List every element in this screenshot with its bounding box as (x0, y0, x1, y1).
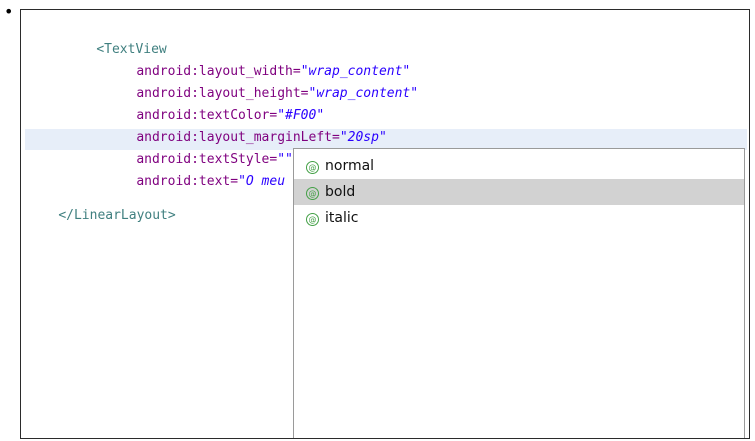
code-line-layout-height: android:layout_height="wrap_content" (105, 64, 418, 101)
code-line-linearlayout-close: </LinearLayout> (27, 186, 175, 223)
xml-value: "20sp" (339, 130, 387, 145)
xml-value: "O meu (238, 174, 286, 189)
list-bullet: • (4, 2, 14, 21)
code-editor[interactable]: <TextView android:layout_width="wrap_con… (20, 9, 750, 439)
autocomplete-item-normal[interactable]: @ normal (294, 153, 744, 179)
code-line-layout-width: android:layout_width="wrap_content" (105, 42, 410, 79)
autocomplete-item-italic[interactable]: @ italic (294, 205, 744, 231)
xml-value: "wrap_content" (308, 86, 419, 101)
enum-value-icon: @ (306, 213, 319, 226)
code-line-text-style: android:textStyle="" (105, 130, 295, 167)
enum-value-icon: @ (306, 187, 319, 200)
xml-tag: </LinearLayout> (58, 208, 176, 223)
code-line-textview-open: <TextView (65, 20, 166, 57)
autocomplete-item-label: normal (325, 158, 375, 174)
autocomplete-popup[interactable]: @ normal @ bold @ italic (293, 148, 745, 438)
autocomplete-item-label: bold (325, 184, 356, 200)
autocomplete-item-bold[interactable]: @ bold (294, 179, 744, 205)
enum-value-icon: @ (306, 161, 319, 174)
autocomplete-item-label: italic (325, 210, 359, 226)
code-line-margin-left: android:layout_marginLeft="20sp" (105, 108, 386, 145)
code-line-text-color: android:textColor="#F00" (105, 86, 324, 123)
code-line-text: android:text="O meu (105, 152, 285, 189)
